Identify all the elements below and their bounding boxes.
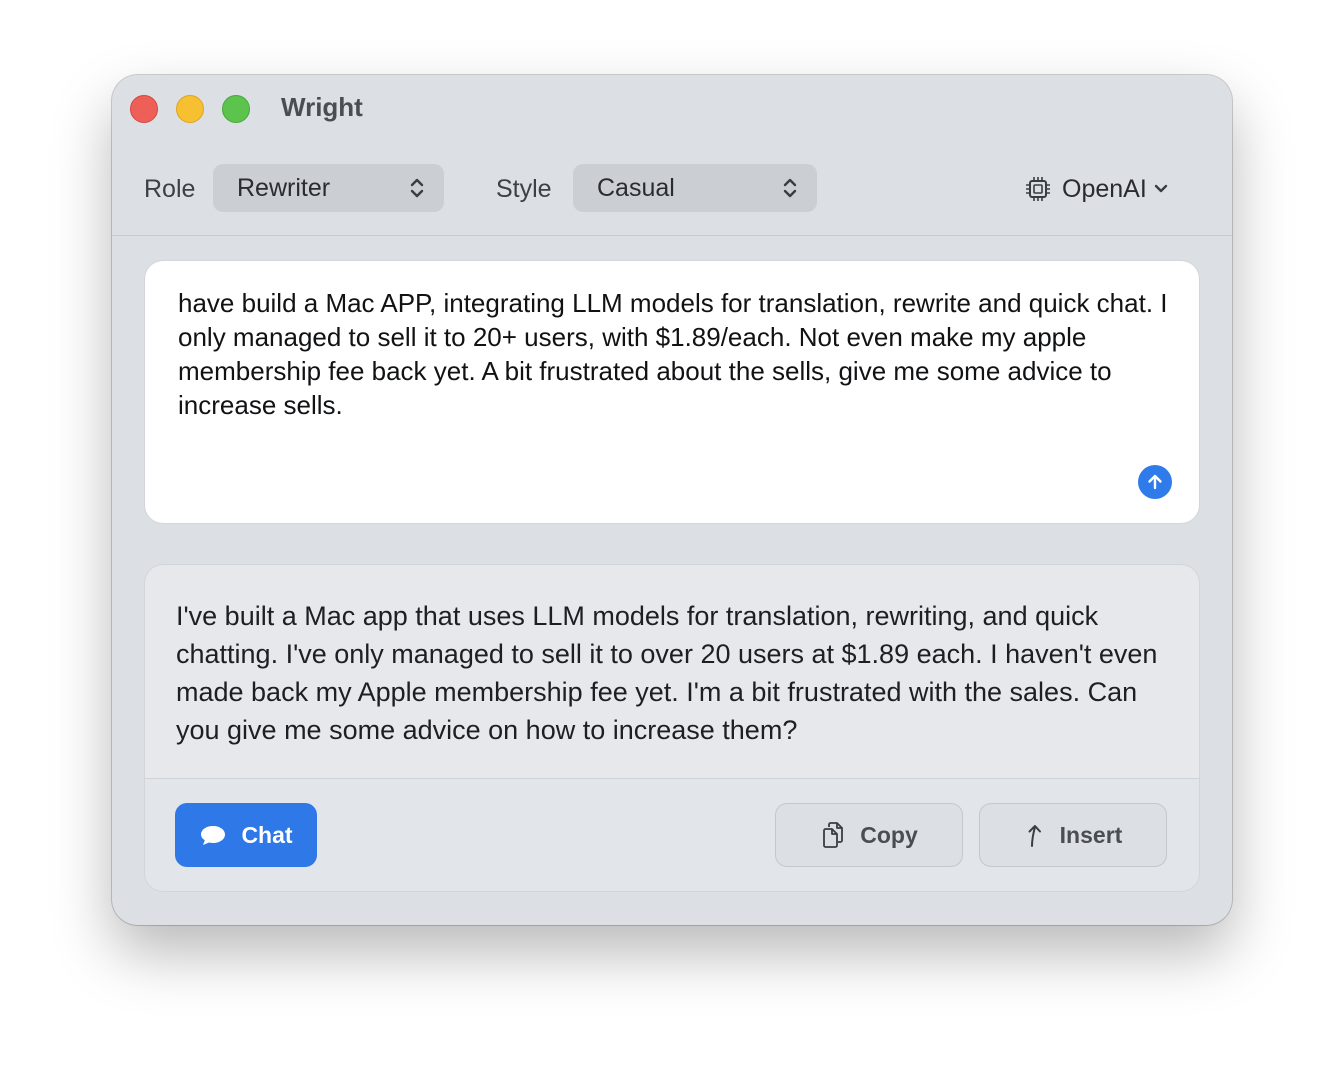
output-text: I've built a Mac app that uses LLM model… (176, 601, 1158, 745)
arrow-up-icon (1148, 474, 1162, 490)
app-window: Wright Role Rewriter Style Casual OpenAI (112, 75, 1232, 925)
copy-button[interactable]: Copy (775, 803, 963, 867)
action-bar: Chat Copy Insert (145, 778, 1199, 891)
chevron-up-down-icon (783, 178, 797, 198)
style-select-value: Casual (597, 174, 675, 202)
minimize-window-button[interactable] (176, 95, 204, 123)
chat-button[interactable]: Chat (175, 803, 317, 867)
speech-bubble-icon (201, 826, 226, 845)
chevron-down-icon (1154, 184, 1167, 193)
provider-label: OpenAI (1062, 174, 1147, 203)
chevron-up-down-icon (410, 178, 424, 198)
input-text[interactable]: have build a Mac APP, integrating LLM mo… (178, 286, 1168, 422)
titlebar: Wright Role Rewriter Style Casual OpenAI (112, 75, 1232, 236)
copy-documents-icon (823, 822, 844, 848)
copy-button-label: Copy (860, 821, 918, 848)
insert-button[interactable]: Insert (979, 803, 1167, 867)
style-label: Style (496, 175, 552, 203)
send-button[interactable] (1138, 465, 1172, 499)
input-text-area[interactable]: have build a Mac APP, integrating LLM mo… (145, 261, 1199, 523)
maximize-window-button[interactable] (222, 95, 250, 123)
close-window-button[interactable] (130, 95, 158, 123)
chat-button-label: Chat (241, 821, 293, 848)
cpu-chip-icon (1026, 177, 1050, 201)
provider-menu[interactable]: OpenAI (1024, 171, 1169, 207)
role-select[interactable]: Rewriter (213, 164, 444, 212)
window-title: Wright (281, 92, 363, 122)
insert-arrow-icon (1028, 825, 1041, 847)
role-select-value: Rewriter (237, 174, 331, 202)
insert-button-label: Insert (1059, 821, 1123, 848)
style-select[interactable]: Casual (573, 164, 817, 212)
role-label: Role (144, 175, 196, 203)
output-panel: I've built a Mac app that uses LLM model… (145, 565, 1199, 891)
